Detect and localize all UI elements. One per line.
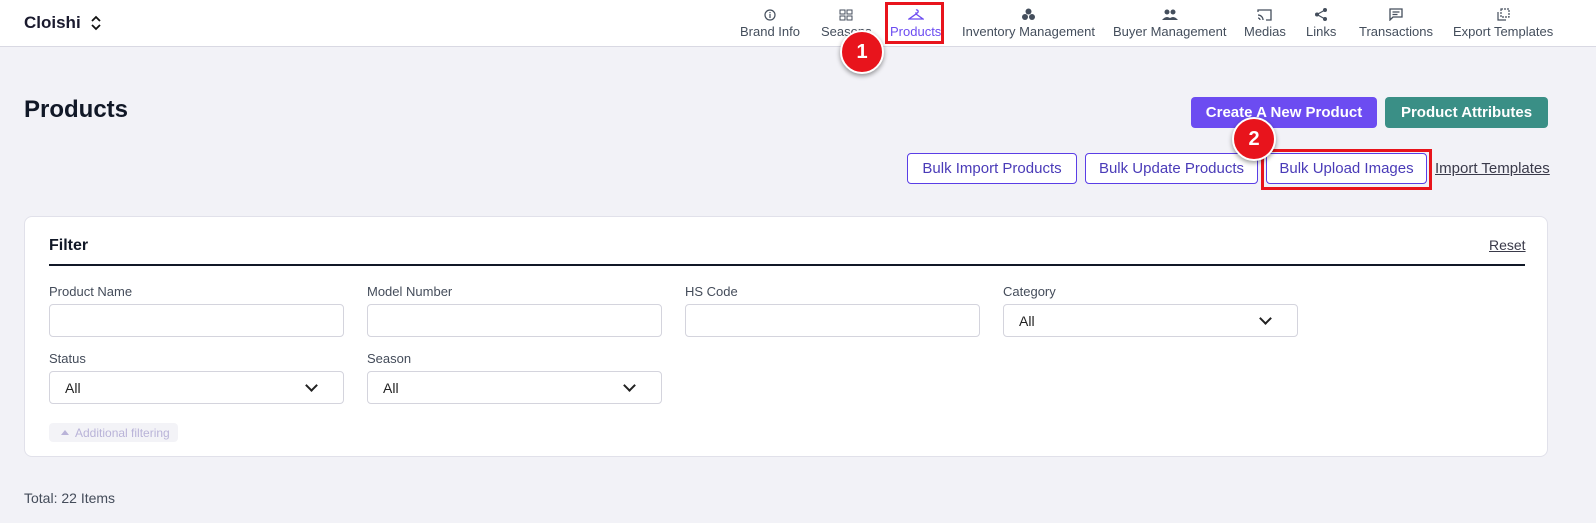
caret-up-icon: [61, 430, 69, 435]
step-badge-2: 2: [1232, 117, 1276, 161]
product-name-input[interactable]: [49, 304, 344, 337]
model-number-label: Model Number: [367, 284, 453, 299]
hs-code-label: HS Code: [685, 284, 738, 299]
bulk-update-products-button[interactable]: Bulk Update Products: [1085, 153, 1258, 184]
chevron-down-icon: [623, 378, 636, 392]
nav-inventory-management[interactable]: Inventory Management: [962, 6, 1095, 44]
additional-filtering-toggle[interactable]: Additional filtering: [49, 423, 178, 442]
chevron-updown-icon: [91, 15, 101, 31]
filter-divider: [49, 264, 1525, 266]
category-label: Category: [1003, 284, 1056, 299]
filter-card: Filter Reset Product Name Model Number H…: [24, 216, 1548, 457]
additional-filtering-label: Additional filtering: [75, 425, 170, 440]
nav-medias[interactable]: Medias: [1244, 6, 1286, 44]
bulk-import-products-button[interactable]: Bulk Import Products: [907, 153, 1077, 184]
nav-label: Brand Info: [740, 24, 800, 39]
brand-switcher[interactable]: Cloishi: [24, 13, 101, 33]
chevron-down-icon: [305, 378, 318, 392]
people-icon: [1161, 6, 1178, 23]
nav-links[interactable]: Links: [1306, 6, 1336, 44]
info-circle-icon: [764, 6, 776, 23]
nav-label: Export Templates: [1453, 24, 1554, 39]
nav-brand-info[interactable]: Brand Info: [740, 6, 800, 44]
nav-label: Links: [1306, 24, 1337, 39]
total-items-count: Total: 22 Items: [24, 490, 116, 506]
status-label: Status: [49, 351, 86, 366]
create-product-button[interactable]: Create A New Product: [1191, 97, 1377, 128]
copy-icon: [1496, 6, 1510, 23]
status-select[interactable]: All: [49, 371, 344, 404]
category-select[interactable]: All: [1003, 304, 1298, 337]
season-value: All: [383, 379, 399, 396]
product-attributes-button[interactable]: Product Attributes: [1385, 97, 1548, 128]
nav-transactions[interactable]: Transactions: [1359, 6, 1433, 44]
filter-title: Filter: [49, 237, 89, 254]
product-name-label: Product Name: [49, 284, 133, 299]
season-label: Season: [367, 351, 412, 366]
cast-icon: [1257, 6, 1273, 23]
model-number-input[interactable]: [367, 304, 662, 337]
category-value: All: [1019, 312, 1035, 329]
nav-label: Medias: [1244, 24, 1286, 39]
message-icon: [1389, 6, 1403, 23]
season-select[interactable]: All: [367, 371, 662, 404]
top-nav-bar: Cloishi Brand Info Seasons Products Inve…: [0, 0, 1596, 47]
share-icon: [1315, 6, 1328, 23]
import-templates-link[interactable]: Import Templates: [1435, 160, 1550, 177]
status-value: All: [65, 379, 81, 396]
chevron-down-icon: [1259, 311, 1272, 325]
reset-link[interactable]: Reset: [1489, 237, 1526, 253]
brand-name: Cloishi: [24, 13, 81, 32]
boxes-icon: [1021, 6, 1036, 23]
nav-buyer-management[interactable]: Buyer Management: [1113, 6, 1226, 44]
highlight-box-bulk-upload: [1261, 149, 1432, 190]
nav-label: Inventory Management: [962, 24, 1095, 39]
nav-export-templates[interactable]: Export Templates: [1453, 6, 1553, 44]
hs-code-input[interactable]: [685, 304, 980, 337]
highlight-box-products: [885, 2, 944, 44]
page-title: Products: [24, 96, 129, 123]
grid-icon: [839, 6, 853, 23]
step-badge-1: 1: [840, 30, 884, 74]
nav-label: Transactions: [1359, 24, 1433, 39]
nav-label: Buyer Management: [1113, 24, 1227, 39]
